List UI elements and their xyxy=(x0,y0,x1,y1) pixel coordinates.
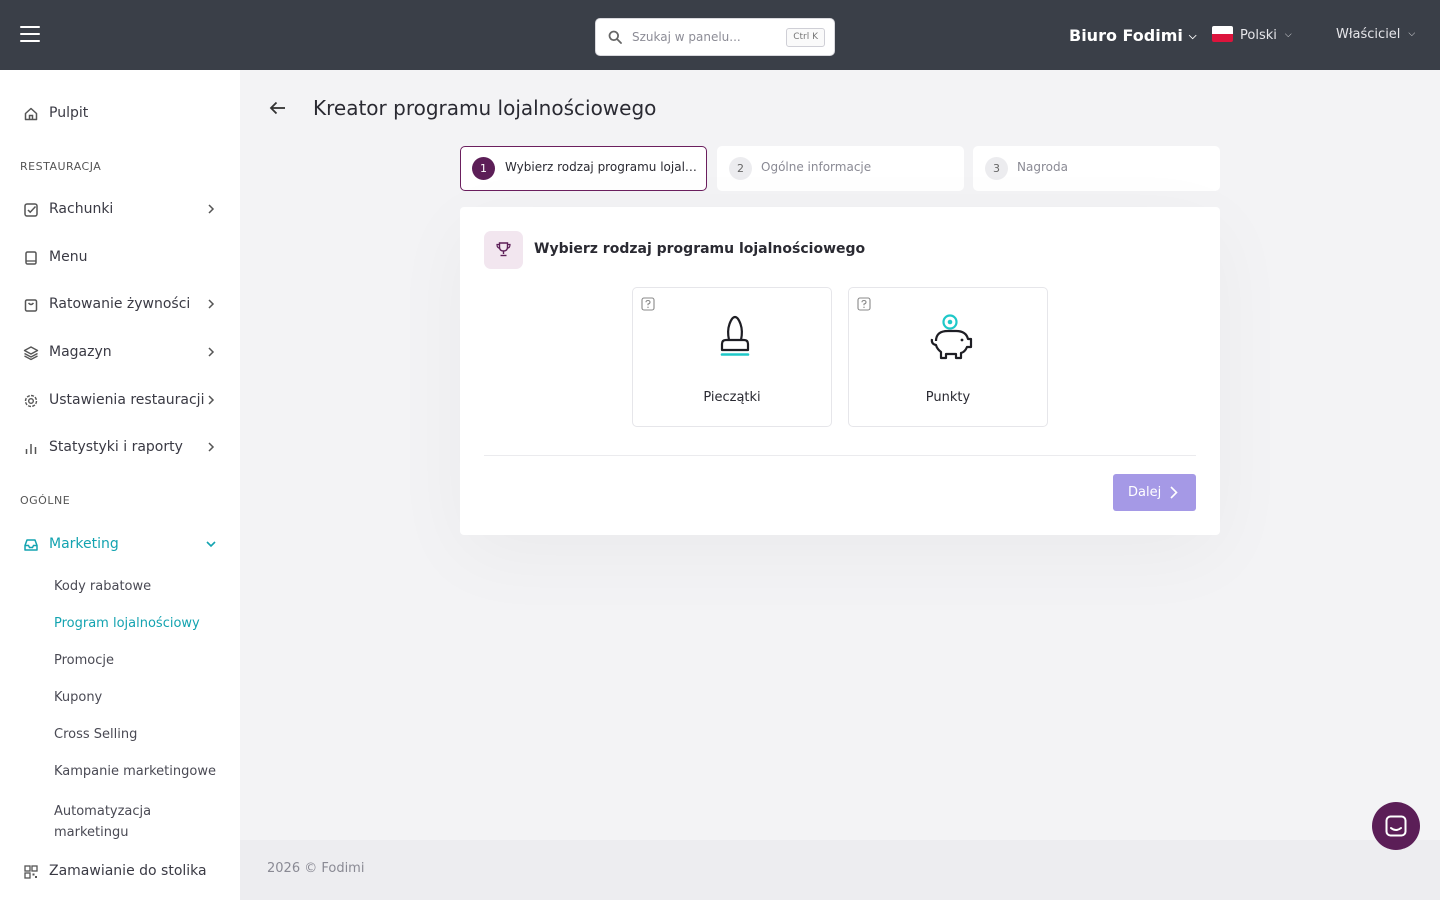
chat-launcher-button[interactable] xyxy=(1372,802,1420,850)
step-1[interactable]: 1 Wybierz rodzaj programu lojalnościoweg… xyxy=(460,146,707,191)
step-label: Ogólne informacje xyxy=(761,160,872,174)
search-icon xyxy=(608,30,622,44)
sidebar-item-food-rescue[interactable]: Ratowanie żywności xyxy=(0,285,240,325)
option-points[interactable]: Punkty xyxy=(848,287,1048,427)
poland-flag-icon xyxy=(1212,26,1233,42)
sidebar-item-label: Magazyn xyxy=(49,344,112,360)
step-label: Wybierz rodzaj programu lojalnościowego xyxy=(505,160,698,174)
divider xyxy=(484,455,1196,456)
question-mark-icon[interactable] xyxy=(857,297,871,311)
user-menu[interactable]: Właściciel ⌵ xyxy=(1336,27,1415,42)
sidebar-item-label: Zamawianie do stolika xyxy=(49,863,207,879)
language-label: Polski xyxy=(1240,28,1277,43)
chevron-right-icon xyxy=(208,395,215,405)
sidebar: Pulpit RESTAURACJA Rachunki Menu Ratowan… xyxy=(0,70,240,900)
sidebar-item-stats-reports[interactable]: Statystyki i raporty xyxy=(0,428,240,468)
top-bar: Szukaj w panelu... Ctrl K Biuro Fodimi ⌵ … xyxy=(0,0,1440,70)
sidebar-subitem-loyalty-program[interactable]: Program lojalnościowy xyxy=(54,616,200,631)
organization-selector[interactable]: Biuro Fodimi ⌵ xyxy=(1069,26,1196,45)
trophy-icon xyxy=(496,242,511,257)
sidebar-item-dashboard[interactable]: Pulpit xyxy=(0,94,240,134)
sidebar-item-table-ordering[interactable]: Zamawianie do stolika xyxy=(0,852,240,892)
next-button[interactable]: Dalej xyxy=(1113,474,1196,511)
chevron-right-icon xyxy=(208,347,215,357)
checklist-icon xyxy=(24,203,38,217)
sidebar-item-menu[interactable]: Menu xyxy=(0,238,240,278)
gear-icon xyxy=(24,394,38,408)
page-title: Kreator programu lojalnościowego xyxy=(313,96,657,120)
sidebar-item-label: Ustawienia restauracji xyxy=(49,392,205,408)
chevron-right-icon xyxy=(1170,486,1178,499)
card-icon-badge xyxy=(484,231,523,269)
step-number: 2 xyxy=(729,157,752,180)
sidebar-item-bills[interactable]: Rachunki xyxy=(0,190,240,230)
piggy-bank-icon xyxy=(930,314,973,360)
step-2[interactable]: 2 Ogólne informacje xyxy=(717,146,964,191)
option-stamps[interactable]: Pieczątki xyxy=(632,287,832,427)
user-role: Właściciel xyxy=(1336,27,1401,42)
qr-code-icon xyxy=(24,865,38,879)
program-type-card: Wybierz rodzaj programu lojalnościowego … xyxy=(460,207,1220,535)
step-number: 3 xyxy=(985,157,1008,180)
organization-name: Biuro Fodimi xyxy=(1069,26,1183,45)
sidebar-item-restaurant-settings[interactable]: Ustawienia restauracji xyxy=(0,381,240,421)
inbox-icon xyxy=(24,539,38,551)
hamburger-menu-icon[interactable] xyxy=(20,26,40,42)
chevron-right-icon xyxy=(208,299,215,309)
sidebar-item-label: Menu xyxy=(49,249,88,265)
search-placeholder: Szukaj w panelu... xyxy=(632,30,741,44)
sidebar-subitem-cross-selling[interactable]: Cross Selling xyxy=(54,727,137,742)
sidebar-subitem-promotions[interactable]: Promocje xyxy=(54,653,114,668)
sidebar-item-label: Rachunki xyxy=(49,201,114,217)
back-arrow-icon[interactable] xyxy=(268,98,288,118)
section-general: OGÓLNE xyxy=(20,494,71,507)
chevron-down-icon: ⌵ xyxy=(1188,31,1197,42)
shopping-bag-icon xyxy=(24,299,38,312)
layers-icon xyxy=(23,346,39,361)
home-icon xyxy=(24,107,38,121)
step-3[interactable]: 3 Nagroda xyxy=(973,146,1220,191)
chevron-right-icon xyxy=(208,204,215,214)
sidebar-item-label: Marketing xyxy=(49,536,119,552)
chevron-down-icon xyxy=(206,541,216,548)
footer-copyright: 2026 © Fodimi xyxy=(267,861,365,876)
option-label: Punkty xyxy=(925,390,971,405)
option-label: Pieczątki xyxy=(703,390,761,405)
chevron-down-icon: ⌵ xyxy=(1408,29,1416,39)
footer: 2026 © Fodimi xyxy=(240,840,1440,900)
sidebar-subitem-marketing-campaigns[interactable]: Kampanie marketingowe xyxy=(54,764,216,779)
step-label: Nagroda xyxy=(1017,160,1068,174)
chat-icon xyxy=(1385,815,1407,837)
sidebar-item-label: Pulpit xyxy=(49,105,89,121)
sidebar-item-warehouse[interactable]: Magazyn xyxy=(0,333,240,373)
search-shortcut-badge: Ctrl K xyxy=(786,28,825,47)
card-title: Wybierz rodzaj programu lojalnościowego xyxy=(534,241,866,257)
language-selector[interactable]: Polski ⌵ xyxy=(1212,26,1292,43)
sidebar-subitem-coupons[interactable]: Kupony xyxy=(54,690,102,705)
section-restaurant: RESTAURACJA xyxy=(20,160,102,173)
book-icon xyxy=(25,251,37,265)
chevron-down-icon: ⌵ xyxy=(1284,30,1292,40)
bar-chart-icon xyxy=(25,444,37,454)
sidebar-item-marketing[interactable]: Marketing xyxy=(0,525,240,565)
step-number: 1 xyxy=(472,157,495,180)
search-input[interactable]: Szukaj w panelu... Ctrl K xyxy=(595,18,835,56)
question-mark-icon[interactable] xyxy=(641,297,655,311)
sidebar-item-label: Statystyki i raporty xyxy=(49,439,183,455)
sidebar-subitem-discount-codes[interactable]: Kody rabatowe xyxy=(54,579,151,594)
chevron-right-icon xyxy=(208,442,215,452)
sidebar-item-label: Ratowanie żywności xyxy=(49,296,191,312)
stamp-icon xyxy=(720,315,750,356)
sidebar-subitem-marketing-automation[interactable]: Automatyzacja marketingu xyxy=(54,801,204,843)
next-button-label: Dalej xyxy=(1128,485,1162,500)
